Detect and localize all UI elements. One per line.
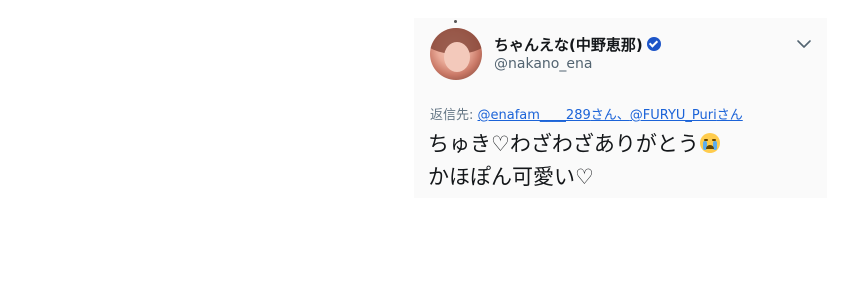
reply-to-line: 返信先: @enafam____289さん、@FURYU_Puriさん [430, 104, 743, 123]
reply-mention-2[interactable]: @FURYU_Puri [630, 108, 717, 123]
reply-mention-link-1[interactable]: @enafam____289さん、 [478, 108, 630, 123]
chevron-down-icon[interactable] [796, 36, 812, 52]
display-name[interactable]: ちゃんえな(中野恵那) [494, 36, 643, 54]
reply-suffix-1[interactable]: さん、 [591, 108, 630, 123]
tweet-text: ちゅき♡わざわざありがとう かほぽん可愛い♡ [428, 128, 720, 194]
reply-mention-link-2[interactable]: @FURYU_Puriさん [630, 108, 743, 123]
separator-dot [454, 20, 457, 23]
reply-mention-1[interactable]: @enafam____289 [478, 108, 591, 123]
verified-badge-icon [646, 37, 661, 51]
reply-suffix-2[interactable]: さん [717, 108, 743, 123]
tweet-text-line-1: ちゅき♡わざわざありがとう [428, 128, 720, 161]
tweet-text-line-2: かほぽん可愛い♡ [428, 165, 594, 189]
tweet-text-line-1-content: ちゅき♡わざわざありがとう [428, 132, 699, 156]
user-handle[interactable]: @nakano_ena [494, 56, 592, 72]
avatar[interactable] [430, 28, 482, 80]
avatar-face [444, 42, 470, 72]
reply-to-prefix: 返信先: [430, 108, 478, 123]
tweet-card: ちゃんえな(中野恵那) @nakano_ena 返信先: @enafam____… [414, 18, 827, 198]
loudly-crying-face-emoji-icon [699, 133, 720, 153]
display-name-row[interactable]: ちゃんえな(中野恵那) [494, 34, 661, 55]
